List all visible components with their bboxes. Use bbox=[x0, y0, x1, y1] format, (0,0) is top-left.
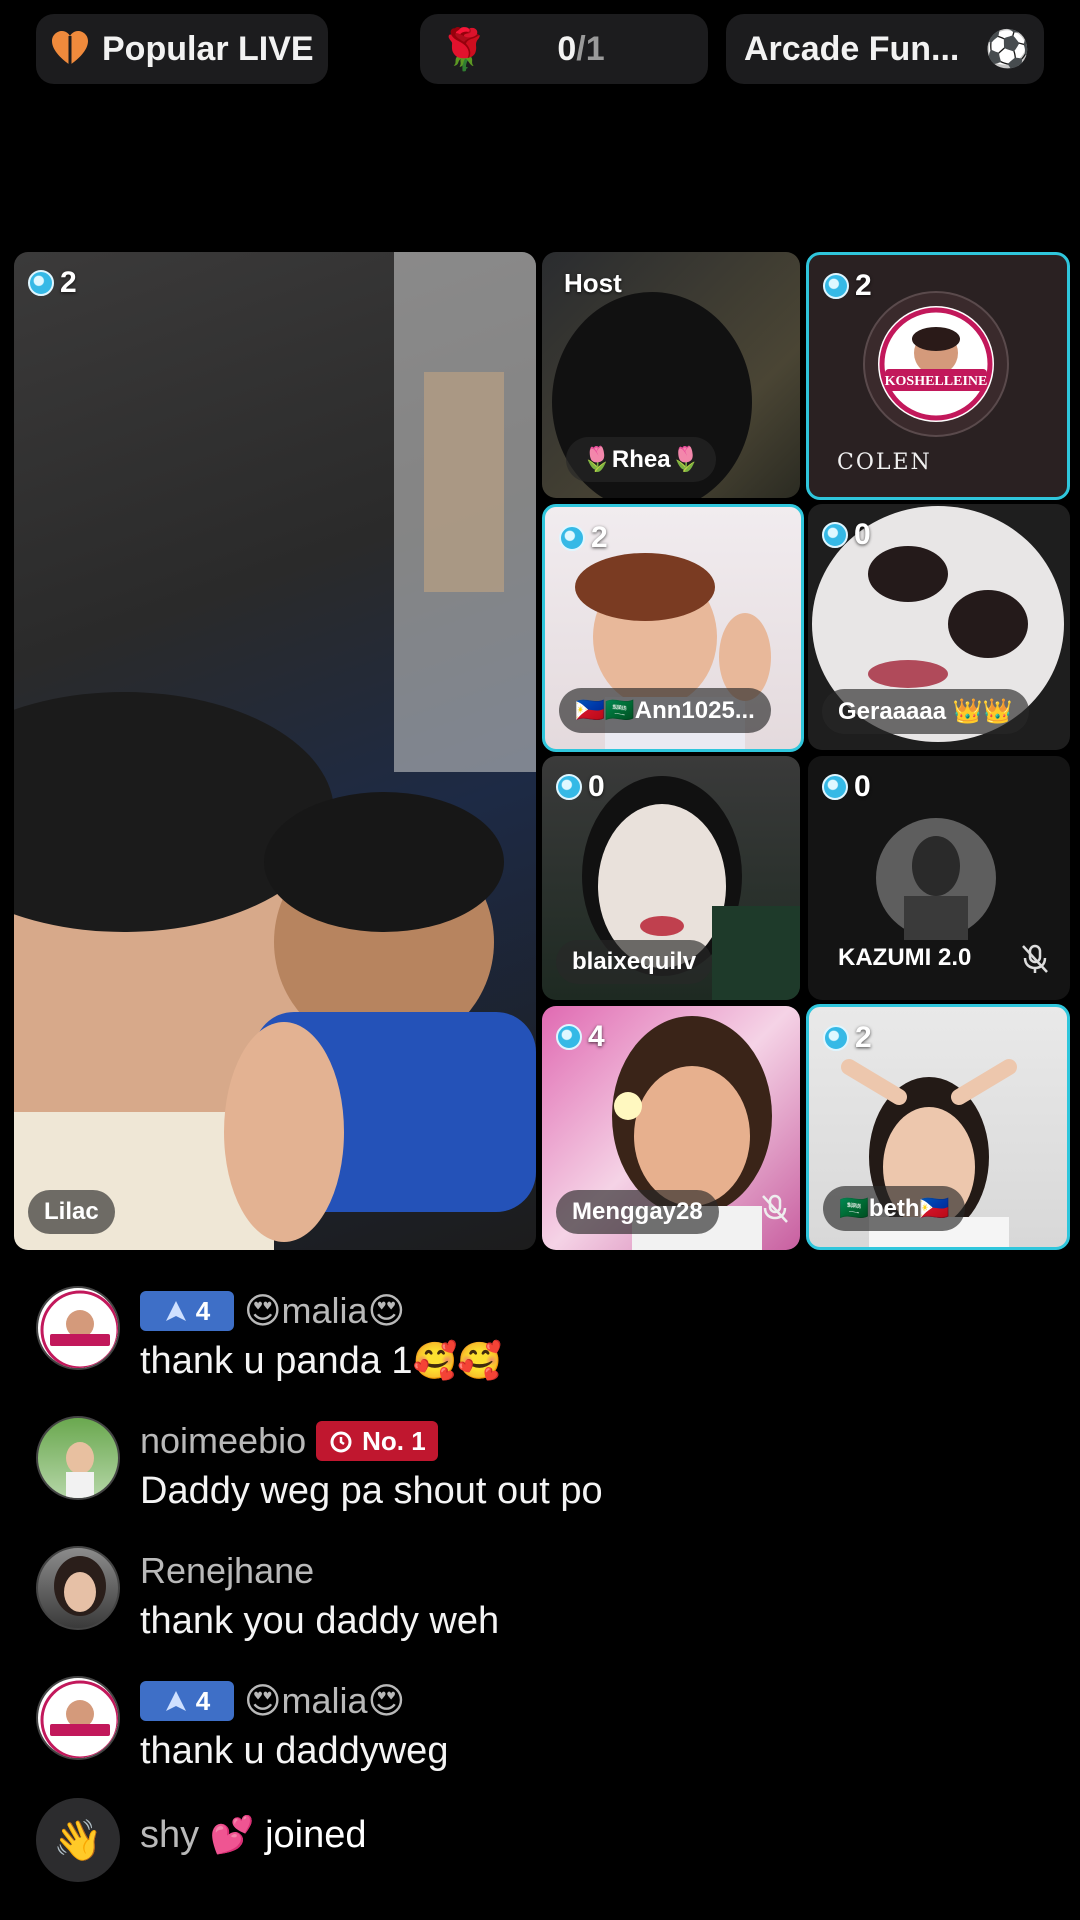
chat-message-text: thank you daddy weh bbox=[140, 1600, 500, 1642]
guest-tile-host[interactable]: Host 🌷Rhea🌷 bbox=[542, 252, 800, 498]
guest-name-label: 🌷Rhea🌷 bbox=[566, 437, 717, 482]
chat-username[interactable]: shy bbox=[140, 1814, 199, 1856]
avatar[interactable] bbox=[36, 1546, 120, 1630]
tulip-icon: 🌷 bbox=[670, 446, 701, 473]
gem-count-badge: 0 bbox=[822, 770, 871, 804]
gem-count-badge: 2 bbox=[823, 1021, 872, 1055]
smiling-hearts-icon: 🥰🥰 bbox=[412, 1340, 503, 1381]
gem-count-badge: 0 bbox=[822, 518, 871, 552]
rose-icon: 🌹 bbox=[439, 27, 489, 72]
guest-name-label: Lilac bbox=[28, 1190, 115, 1234]
chat-message: Renejhane thank you daddy weh bbox=[36, 1546, 1060, 1656]
gem-icon bbox=[823, 1025, 849, 1051]
tulip-icon: 🌷 bbox=[582, 446, 612, 473]
guest-name-label: 🇸🇦beth🇵🇭 bbox=[823, 1186, 966, 1231]
heart-eyes-icon: 😍 bbox=[367, 1680, 406, 1721]
avatar[interactable] bbox=[36, 1676, 120, 1760]
alarm-clock-icon bbox=[330, 1431, 352, 1453]
arcade-fun-button[interactable]: Arcade Fun... ⚽ bbox=[726, 14, 1044, 84]
flag-philippines-icon: 🇵🇭 bbox=[919, 1195, 950, 1222]
user-level-badge: 4 bbox=[140, 1291, 234, 1331]
popular-live-label: Popular LIVE bbox=[102, 29, 314, 68]
guest-tile-lilac[interactable]: 2 Lilac bbox=[14, 252, 536, 1250]
guest-tile-menggay[interactable]: 4 Menggay28 bbox=[542, 1006, 800, 1250]
guest-tile-kazumi[interactable]: 0 KAZUMI 2.0 bbox=[808, 756, 1070, 1000]
mic-muted-icon bbox=[1022, 944, 1048, 973]
guest-name-label: Geraaaaa 👑👑 bbox=[822, 689, 1029, 734]
heart-eyes-icon: 😍 bbox=[244, 1290, 282, 1331]
chat-message-text: thank u panda 1 bbox=[140, 1340, 413, 1382]
guest-name-label: blaixequilv bbox=[556, 940, 713, 984]
gem-icon bbox=[559, 525, 585, 551]
svg-text:KOSHELLEINE: KOSHELLEINE bbox=[885, 374, 988, 389]
soccer-ball-icon: ⚽ bbox=[985, 28, 1030, 69]
flag-saudi-icon: 🇸🇦 bbox=[604, 697, 635, 724]
popular-live-button[interactable]: Popular LIVE bbox=[36, 14, 328, 84]
chat-message-text: Daddy weg pa shout out po bbox=[140, 1470, 603, 1512]
koshelleine-logo: KOSHELLEINE bbox=[863, 291, 1009, 437]
rose-goal-count: 0/1 bbox=[557, 29, 605, 68]
avatar[interactable] bbox=[36, 1286, 120, 1370]
guest-tile-colen[interactable]: 2 KOSHELLEINE COLEN bbox=[806, 252, 1070, 500]
chat-username[interactable]: malia bbox=[282, 1680, 368, 1722]
rose-goal-button[interactable]: 🌹 0/1 bbox=[420, 14, 708, 84]
joined-text: joined bbox=[265, 1814, 367, 1856]
crown-icon: 👑👑 bbox=[952, 698, 1013, 725]
user-level-badge: 4 bbox=[140, 1681, 234, 1721]
chat-message: 4 😍 malia 😍 thank u panda 1🥰🥰 bbox=[36, 1286, 1060, 1396]
guest-avatar bbox=[876, 818, 996, 940]
guest-name-label: COLEN bbox=[837, 450, 932, 475]
gem-icon bbox=[556, 774, 582, 800]
gem-icon bbox=[822, 522, 848, 548]
chat-message: noimeebio No. 1 Daddy weg pa shout out p… bbox=[36, 1416, 1060, 1526]
flag-saudi-icon: 🇸🇦 bbox=[839, 1195, 869, 1222]
gem-count-badge: 0 bbox=[556, 770, 605, 804]
avatar[interactable] bbox=[36, 1416, 120, 1500]
gem-icon bbox=[822, 774, 848, 800]
guest-name-label: 🇵🇭🇸🇦Ann1025... bbox=[559, 688, 771, 733]
host-label: Host bbox=[564, 268, 622, 298]
flag-philippines-icon: 🇵🇭 bbox=[575, 697, 605, 724]
level-arrow-icon bbox=[165, 1301, 186, 1321]
gem-count-badge: 2 bbox=[559, 521, 608, 555]
arcade-fun-label: Arcade Fun... bbox=[744, 29, 960, 68]
gem-icon bbox=[556, 1024, 582, 1050]
guest-tile-ann[interactable]: 2 🇵🇭🇸🇦Ann1025... bbox=[542, 504, 804, 752]
wave-icon: 👋 bbox=[36, 1798, 120, 1882]
guest-tile-blaixe[interactable]: 0 blaixequilv bbox=[542, 756, 800, 1000]
rank-badge: No. 1 bbox=[316, 1421, 438, 1461]
chat-username[interactable]: noimeebio bbox=[140, 1420, 306, 1462]
koshelleine-avatar-logo bbox=[40, 1680, 118, 1758]
gem-icon bbox=[823, 273, 849, 299]
gem-count-badge: 4 bbox=[556, 1020, 605, 1054]
user-avatar-image bbox=[54, 1556, 106, 1616]
video-feed-lilac bbox=[14, 252, 536, 1250]
koshelleine-avatar-logo bbox=[40, 1290, 118, 1368]
chat-username[interactable]: malia bbox=[282, 1290, 368, 1332]
guest-tile-beth[interactable]: 2 🇸🇦beth🇵🇭 bbox=[806, 1004, 1070, 1250]
chat-message: 4 😍 malia 😍 thank u daddyweg bbox=[36, 1676, 1060, 1786]
heart-icon bbox=[52, 31, 88, 65]
joined-notification: 👋 shy 💕 joined bbox=[36, 1798, 1060, 1882]
mic-muted-icon bbox=[762, 1194, 788, 1223]
chat-message-text: thank u daddyweg bbox=[140, 1730, 449, 1772]
two-hearts-icon: 💕 bbox=[209, 1814, 255, 1855]
guest-name-label: Menggay28 bbox=[556, 1190, 719, 1234]
guest-tile-geraaaa[interactable]: 0 Geraaaaa 👑👑 bbox=[808, 504, 1070, 750]
gem-count-badge: 2 bbox=[28, 266, 77, 300]
chat-username[interactable]: Renejhane bbox=[140, 1550, 314, 1592]
guest-name-label: KAZUMI 2.0 bbox=[838, 944, 972, 971]
gem-icon bbox=[28, 270, 54, 296]
user-avatar-image bbox=[66, 1442, 94, 1498]
heart-eyes-icon: 😍 bbox=[244, 1680, 282, 1721]
heart-eyes-icon: 😍 bbox=[367, 1290, 406, 1331]
level-arrow-icon bbox=[165, 1691, 186, 1711]
